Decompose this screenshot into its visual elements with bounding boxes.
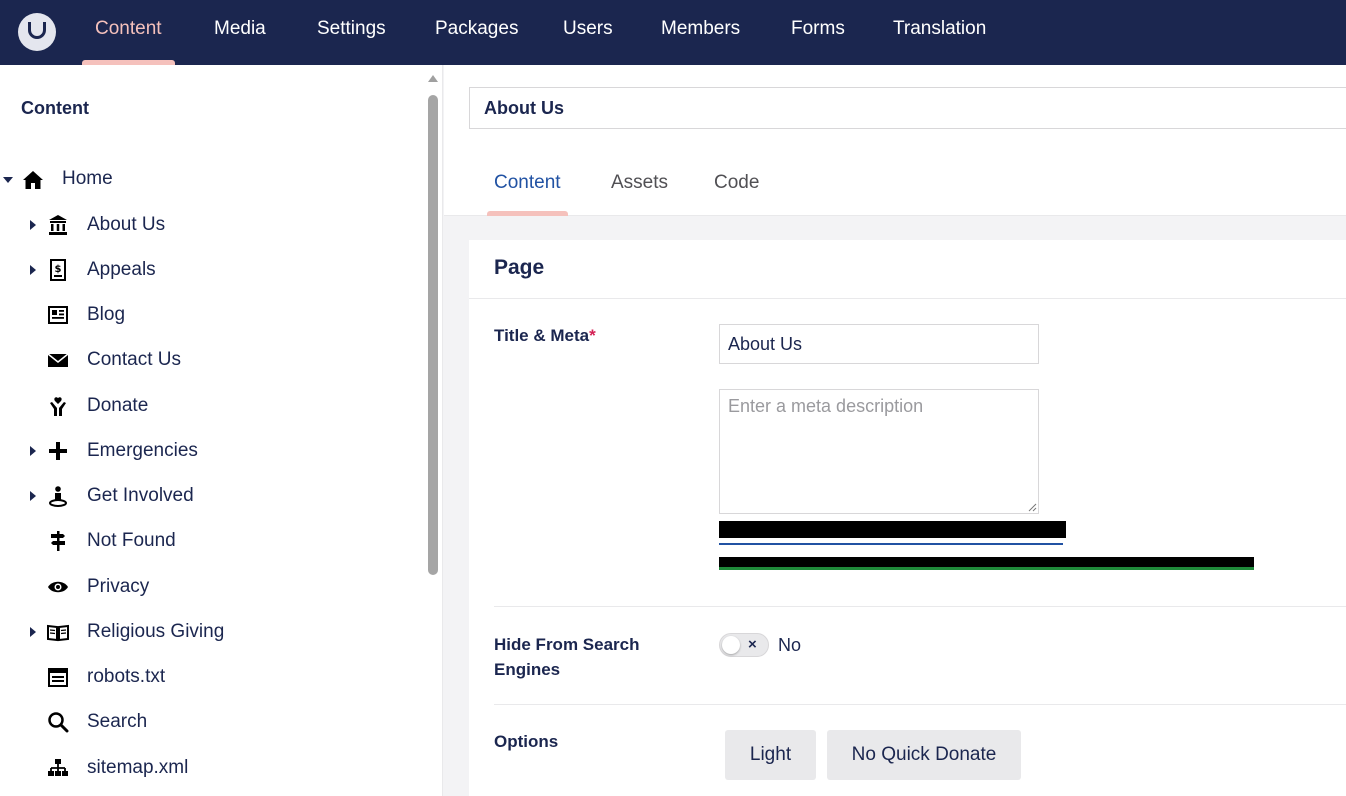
resize-grip-icon[interactable]	[1027, 502, 1037, 512]
title-meta-label-text: Title & Meta	[494, 326, 590, 345]
home-icon	[23, 171, 43, 189]
active-tab-indicator	[487, 211, 568, 216]
tree-item-get-involved[interactable]: Get Involved	[87, 476, 194, 516]
required-marker: *	[589, 326, 596, 345]
envelope-icon	[47, 353, 69, 367]
hide-from-search-toggle[interactable]: ×	[719, 633, 769, 657]
tree-item-blog[interactable]: Blog	[87, 295, 125, 335]
meta-title-input[interactable]	[719, 324, 1039, 364]
editor-tabs: Content Assets Code	[444, 152, 1346, 216]
meta-description-textarea[interactable]	[719, 389, 1039, 514]
property-divider	[494, 606, 1346, 607]
tree-item-search[interactable]: Search	[87, 702, 147, 742]
scroll-up-arrow-icon[interactable]	[428, 75, 438, 82]
hide-from-search-label: Hide From Search Engines	[494, 635, 640, 679]
content-editor: Content Assets Code Page Title & Meta* H…	[444, 65, 1346, 796]
tree-item-contact-us[interactable]: Contact Us	[87, 340, 181, 380]
tab-assets[interactable]: Assets	[611, 172, 668, 194]
nav-media[interactable]: Media	[214, 0, 266, 65]
signpost-icon	[51, 531, 65, 551]
content-tree-sidebar: Content Home About Us $ Appeals Blog Con…	[0, 65, 443, 796]
tree-item-donate[interactable]: Donate	[87, 386, 148, 426]
sidebar-scrollbar[interactable]	[427, 73, 439, 796]
nav-settings[interactable]: Settings	[317, 0, 386, 65]
caret-right-icon[interactable]	[30, 446, 36, 456]
sitemap-icon	[48, 759, 68, 776]
svg-text:$: $	[55, 264, 62, 275]
nav-forms[interactable]: Forms	[791, 0, 845, 65]
title-meta-label: Title & Meta*	[494, 323, 596, 348]
open-book-icon	[47, 624, 69, 642]
tree-item-not-found[interactable]: Not Found	[87, 521, 176, 561]
caret-right-icon[interactable]	[30, 265, 36, 275]
caret-right-icon[interactable]	[30, 220, 36, 230]
options-label: Options	[494, 732, 559, 751]
toggle-knob	[722, 636, 740, 654]
editor-header: Content Assets Code	[444, 65, 1346, 216]
group-title: Page	[494, 256, 545, 279]
top-navigation: Content Media Settings Packages Users Me…	[0, 0, 1346, 65]
nav-packages[interactable]: Packages	[435, 0, 518, 65]
tab-code[interactable]: Code	[714, 172, 759, 194]
helping-hands-icon	[50, 397, 66, 416]
panel-header: Page	[469, 240, 1346, 299]
nav-translation[interactable]: Translation	[893, 0, 986, 65]
bank-icon	[49, 215, 67, 235]
scroll-thumb[interactable]	[428, 95, 438, 575]
caret-right-icon[interactable]	[30, 627, 36, 637]
plus-icon	[49, 442, 67, 460]
tree-item-about-us[interactable]: About Us	[87, 205, 165, 245]
donation-receipt-icon: $	[50, 259, 66, 281]
document-icon	[48, 668, 68, 687]
volunteer-icon	[49, 486, 67, 507]
sidebar-title: Content	[21, 98, 89, 118]
caret-right-icon[interactable]	[30, 491, 36, 501]
page-group-panel: Page Title & Meta* Hide From Search Engi…	[469, 240, 1346, 796]
tree-item-emergencies[interactable]: Emergencies	[87, 431, 198, 471]
eye-icon	[48, 581, 68, 593]
tree-item-religious-giving[interactable]: Religious Giving	[87, 612, 224, 652]
nav-users[interactable]: Users	[563, 0, 613, 65]
umbraco-logo-icon[interactable]	[18, 13, 56, 51]
tree-item-privacy[interactable]: Privacy	[87, 567, 149, 607]
redacted-seo-preview-url	[719, 557, 1254, 570]
toggle-off-icon: ×	[748, 636, 757, 653]
tree-item-home[interactable]: Home	[62, 159, 113, 199]
option-light-button[interactable]: Light	[725, 730, 816, 780]
hide-from-search-value: No	[778, 635, 802, 655]
tree-item-sitemap-xml[interactable]: sitemap.xml	[87, 748, 188, 788]
tab-content[interactable]: Content	[494, 172, 561, 194]
property-divider	[494, 704, 1346, 705]
tree-item-robots-txt[interactable]: robots.txt	[87, 657, 165, 697]
newspaper-icon	[48, 306, 68, 324]
nav-members[interactable]: Members	[661, 0, 740, 65]
nav-content[interactable]: Content	[95, 0, 162, 65]
option-no-quick-donate-button[interactable]: No Quick Donate	[827, 730, 1021, 780]
tree-item-appeals[interactable]: Appeals	[87, 250, 156, 290]
search-icon	[48, 712, 69, 733]
caret-down-icon[interactable]	[3, 177, 13, 183]
node-name-input[interactable]	[469, 87, 1346, 129]
redacted-seo-preview-title	[719, 521, 1066, 545]
